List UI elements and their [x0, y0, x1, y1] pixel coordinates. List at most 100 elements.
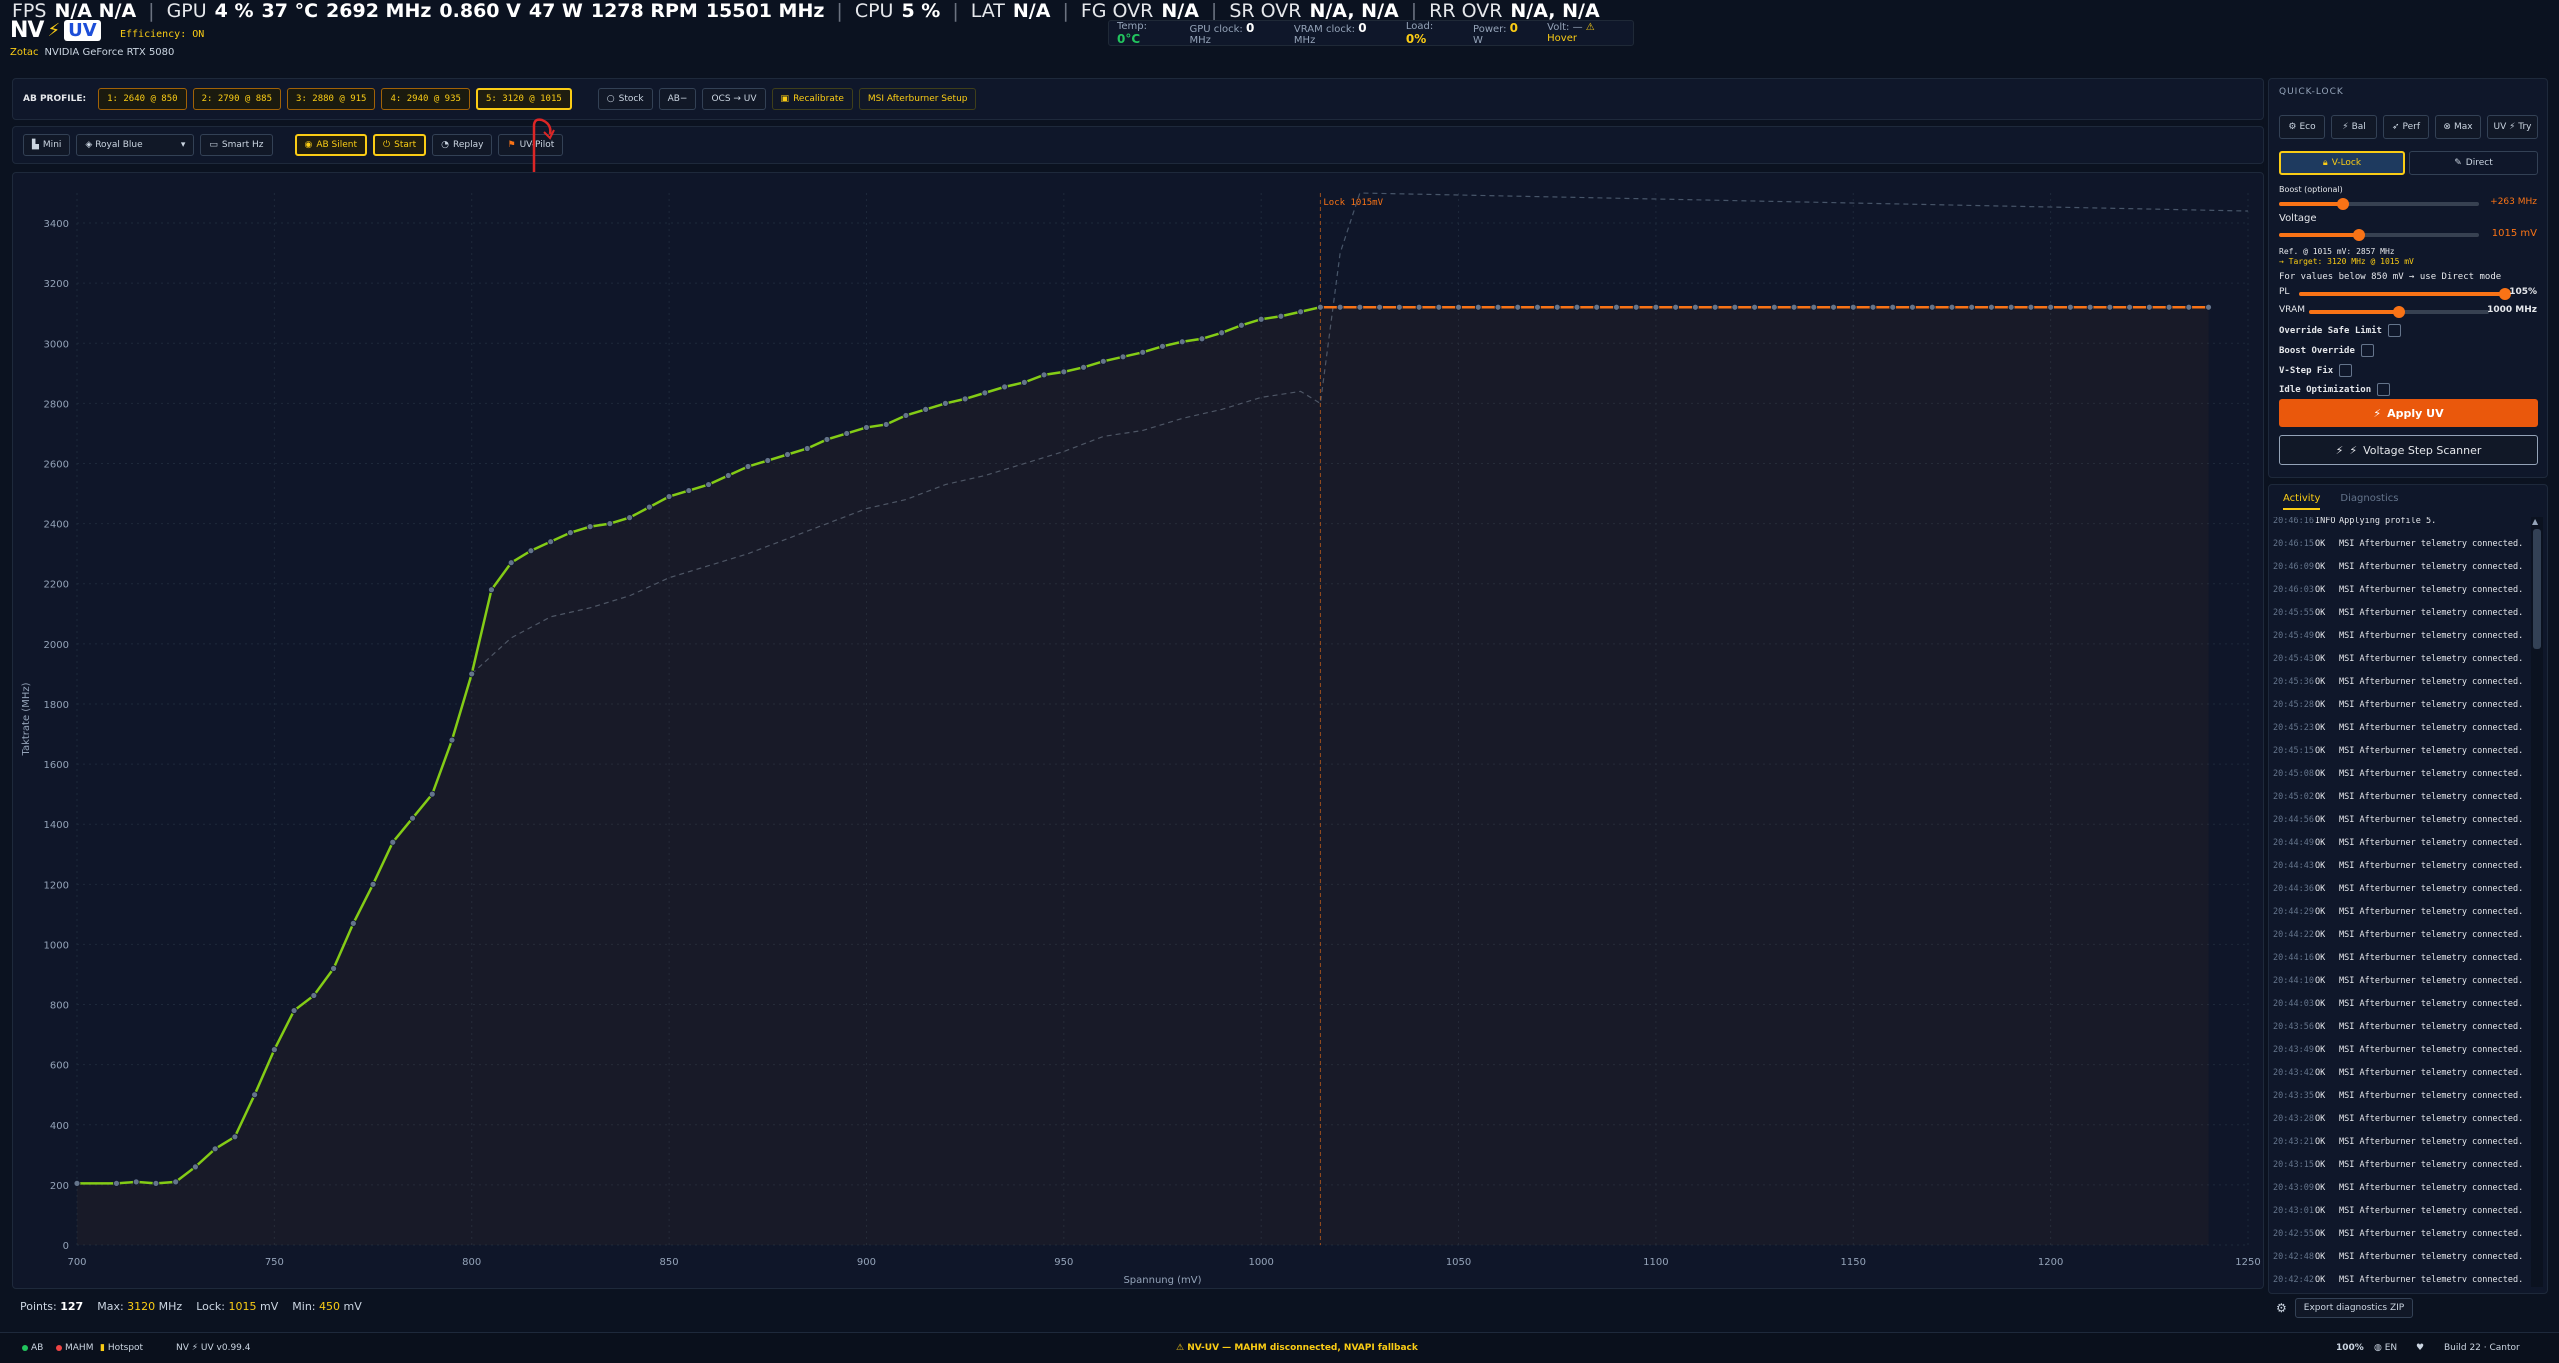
- curve-point[interactable]: [823, 436, 831, 443]
- curve-point[interactable]: [2007, 303, 2015, 311]
- ab-profile-4[interactable]: 4: 2940 @ 935: [381, 88, 470, 110]
- curve-point[interactable]: [981, 389, 989, 397]
- smart-hz-button[interactable]: ▭ Smart Hz: [200, 134, 273, 156]
- curve-point[interactable]: [1020, 378, 1028, 386]
- curve-point[interactable]: [1494, 303, 1502, 311]
- v-lock-tab[interactable]: 🔒︎ V-Lock: [2279, 151, 2405, 175]
- curve-point[interactable]: [1751, 303, 1758, 311]
- curve-point[interactable]: [1060, 368, 1068, 376]
- curve-point[interactable]: [547, 538, 555, 546]
- curve-point[interactable]: [1159, 342, 1166, 350]
- curve-point[interactable]: [863, 424, 870, 431]
- curve-point[interactable]: [1613, 303, 1620, 311]
- ab-profile-3[interactable]: 3: 2880 @ 915: [287, 88, 376, 110]
- boost-slider[interactable]: [2279, 198, 2479, 210]
- curve-point[interactable]: [1336, 303, 1344, 311]
- boost-override-checkbox[interactable]: [2360, 344, 2374, 357]
- idle-opt-row[interactable]: Idle Optimization: [2279, 383, 2391, 396]
- scroll-up-icon[interactable]: ▲: [2532, 517, 2538, 526]
- preset-uv-try[interactable]: UV ⚡ Try: [2487, 115, 2538, 139]
- vram-slider[interactable]: [2309, 306, 2489, 318]
- curve-point[interactable]: [527, 547, 535, 555]
- theme-select[interactable]: ◈ Royal Blue ▾: [76, 134, 195, 156]
- curve-point[interactable]: [1830, 303, 1837, 311]
- curve-point[interactable]: [1632, 303, 1640, 311]
- curve-point[interactable]: [2145, 303, 2153, 311]
- curve-point[interactable]: [211, 1145, 219, 1153]
- curve-point[interactable]: [1435, 303, 1443, 311]
- curve-point[interactable]: [961, 395, 969, 403]
- curve-point[interactable]: [1869, 303, 1877, 311]
- boost-override-row[interactable]: Boost Override: [2279, 344, 2374, 357]
- export-diagnostics-button[interactable]: Export diagnostics ZIP: [2294, 1298, 2414, 1318]
- curve-point[interactable]: [1810, 303, 1818, 311]
- curve-point[interactable]: [803, 445, 811, 452]
- curve-point[interactable]: [1948, 303, 1956, 311]
- ab-minus-button[interactable]: AB−: [658, 88, 697, 110]
- curve-point[interactable]: [922, 406, 930, 413]
- curve-point[interactable]: [507, 559, 515, 567]
- curve-point[interactable]: [1672, 303, 1680, 311]
- curve-point[interactable]: [488, 586, 495, 594]
- override-safe-checkbox[interactable]: [2387, 324, 2401, 337]
- curve-point[interactable]: [665, 493, 673, 500]
- curve-point[interactable]: [290, 1007, 298, 1014]
- curve-point[interactable]: [724, 472, 732, 479]
- curve-point[interactable]: [1593, 303, 1601, 311]
- voltage-slider[interactable]: [2279, 229, 2479, 241]
- curve-point[interactable]: [1080, 363, 1087, 371]
- curve-point[interactable]: [468, 670, 476, 678]
- curve-point[interactable]: [744, 463, 752, 470]
- curve-point[interactable]: [152, 1179, 160, 1187]
- curve-point[interactable]: [1790, 303, 1798, 311]
- language-select[interactable]: ◍ EN: [2374, 1343, 2397, 1353]
- curve-point[interactable]: [1139, 348, 1147, 356]
- curve-point[interactable]: [389, 838, 397, 846]
- curve-point[interactable]: [764, 457, 772, 464]
- curve-point[interactable]: [1119, 353, 1127, 361]
- curve-point[interactable]: [1178, 338, 1186, 346]
- recalibrate-button[interactable]: ▣ Recalibrate: [771, 88, 853, 110]
- curve-point[interactable]: [1316, 303, 1324, 311]
- curve-point[interactable]: [251, 1091, 259, 1099]
- curve-point[interactable]: [1928, 303, 1936, 311]
- vstep-fix-checkbox[interactable]: [2339, 364, 2353, 377]
- curve-point[interactable]: [1415, 303, 1423, 311]
- curve-point[interactable]: [1711, 303, 1719, 311]
- vf-curve-chart[interactable]: 0 200 400 600 800 1000 1200 1400 1600 1800 2000 220…: [13, 173, 2265, 1290]
- curve-point[interactable]: [2165, 303, 2173, 311]
- curve-point[interactable]: [586, 523, 594, 531]
- curve-point[interactable]: [349, 919, 357, 927]
- curve-point[interactable]: [448, 736, 456, 744]
- curve-point[interactable]: [1909, 303, 1916, 311]
- curve-point[interactable]: [1238, 321, 1245, 329]
- curve-point[interactable]: [784, 451, 791, 458]
- log-scrollbar[interactable]: ▲: [2531, 517, 2543, 1287]
- curve-point[interactable]: [626, 514, 634, 522]
- heart-icon[interactable]: ♥: [2416, 1343, 2424, 1353]
- curve-point[interactable]: [113, 1179, 120, 1187]
- curve-point[interactable]: [172, 1178, 180, 1186]
- curve-point[interactable]: [1297, 308, 1305, 316]
- curve-point[interactable]: [1553, 303, 1561, 311]
- override-safe-row[interactable]: Override Safe Limit: [2279, 324, 2401, 337]
- curve-point[interactable]: [1001, 383, 1009, 391]
- curve-point[interactable]: [1988, 303, 1995, 311]
- pl-slider[interactable]: [2299, 288, 2511, 300]
- preset-bal[interactable]: ⚡ Bal: [2331, 115, 2377, 139]
- curve-point[interactable]: [1395, 303, 1403, 311]
- curve-point[interactable]: [1968, 303, 1976, 311]
- curve-point[interactable]: [1573, 303, 1581, 311]
- ab-profile-5[interactable]: 5: 3120 @ 1015: [475, 88, 572, 110]
- preset-max[interactable]: ⊗ Max: [2435, 115, 2481, 139]
- curve-point[interactable]: [1534, 303, 1541, 311]
- curve-point[interactable]: [2047, 303, 2055, 311]
- apply-uv-button[interactable]: ⚡ Apply UV: [2279, 399, 2538, 427]
- curve-point[interactable]: [1356, 303, 1364, 311]
- curve-point[interactable]: [1889, 303, 1897, 311]
- ocs-uv-button[interactable]: OCS → UV: [702, 88, 766, 110]
- curve-point[interactable]: [685, 487, 693, 494]
- preset-perf[interactable]: ➶ Perf: [2383, 115, 2429, 139]
- msi-setup-button[interactable]: MSI Afterburner Setup: [858, 88, 977, 110]
- replay-button[interactable]: ◔ Replay: [432, 134, 493, 156]
